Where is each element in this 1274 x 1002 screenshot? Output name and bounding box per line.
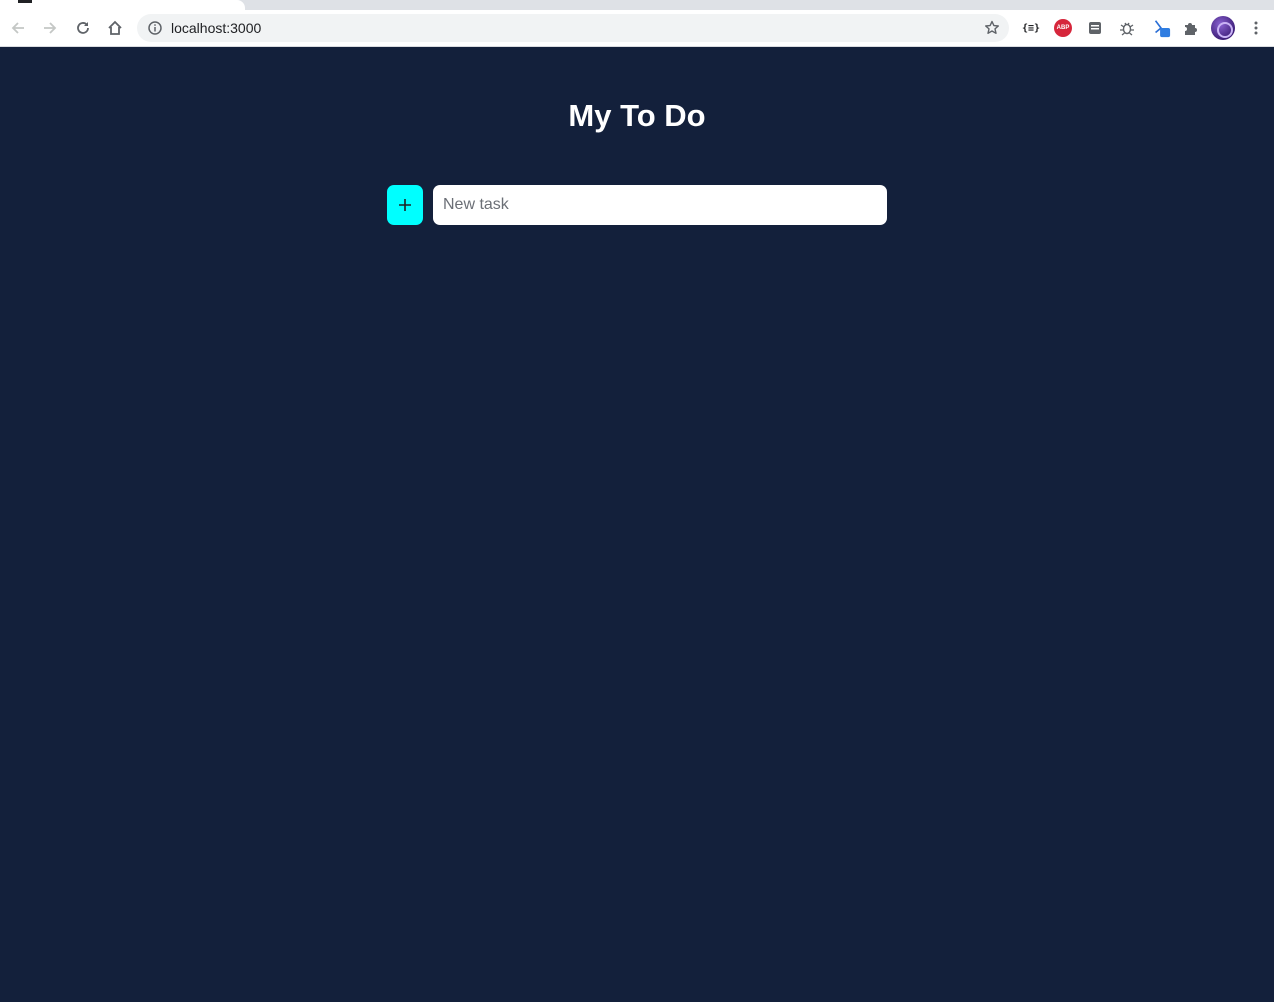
home-icon <box>108 20 122 35</box>
address-url: localhost:3000 <box>171 20 262 36</box>
extensions-puzzle-icon[interactable] <box>1181 18 1201 38</box>
tab-favicon-icon <box>18 0 32 3</box>
back-button[interactable] <box>4 14 32 42</box>
active-tab[interactable] <box>0 0 245 10</box>
kebab-menu-icon[interactable] <box>1246 18 1266 38</box>
forward-icon <box>44 22 57 34</box>
plus-icon <box>399 199 411 211</box>
notes-extension-icon[interactable] <box>1085 18 1105 38</box>
page-title: My To Do <box>568 98 706 133</box>
reload-icon <box>77 22 89 34</box>
new-task-input[interactable] <box>433 185 887 225</box>
profile-avatar[interactable] <box>1211 16 1235 40</box>
adblock-plus-icon[interactable]: ABP <box>1053 18 1073 38</box>
bug-extension-icon[interactable] <box>1117 18 1137 38</box>
add-task-button[interactable] <box>387 185 423 225</box>
back-icon <box>11 22 24 34</box>
browser-toolbar: localhost:3000 {≡} ABP <box>0 10 1274 47</box>
address-bar[interactable]: localhost:3000 <box>137 14 1009 42</box>
forward-button[interactable] <box>36 14 64 42</box>
home-button[interactable] <box>101 14 129 42</box>
tab-strip <box>0 0 1274 10</box>
json-braces-extension-icon[interactable]: {≡} <box>1021 18 1041 38</box>
reload-button[interactable] <box>69 14 97 42</box>
selector-extension-icon[interactable] <box>1151 18 1171 38</box>
bookmark-star-icon[interactable] <box>983 19 1001 37</box>
info-icon[interactable] <box>147 20 163 36</box>
